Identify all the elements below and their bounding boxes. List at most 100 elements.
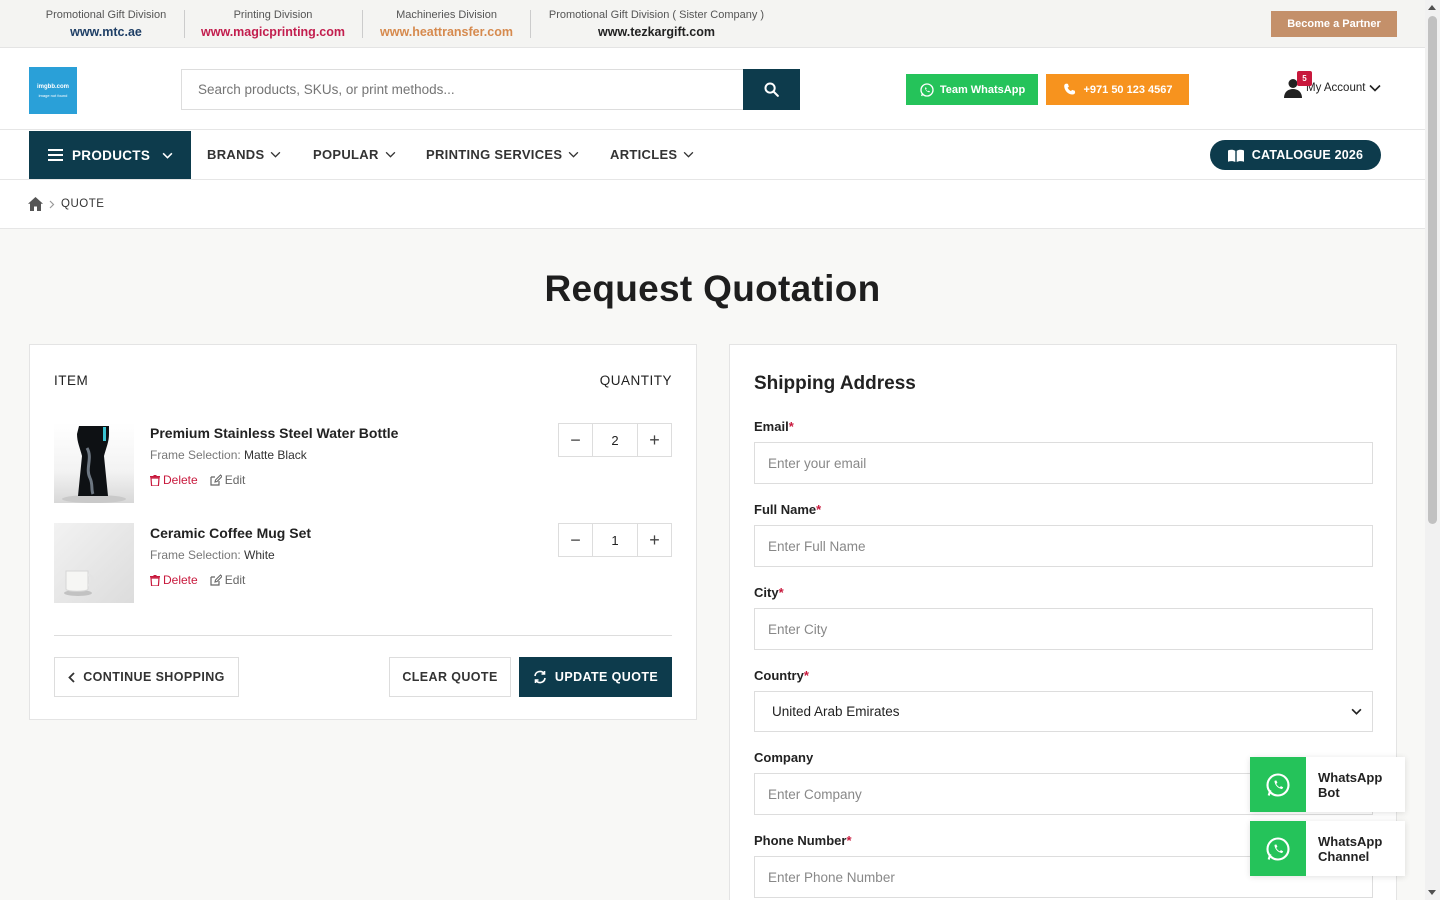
full-name-field[interactable] (754, 525, 1373, 567)
catalogue-button[interactable]: CATALOGUE 2026 (1210, 140, 1381, 170)
cart-row: Ceramic Coffee Mug Set Frame Selection: … (54, 523, 672, 603)
products-menu-button[interactable]: PRODUCTS (29, 131, 191, 179)
cart-header: ITEM QUANTITY (54, 373, 672, 388)
city-label: City* (754, 585, 784, 600)
division-url[interactable]: www.heattransfer.com (378, 25, 515, 39)
chevron-left-icon (68, 671, 75, 683)
scroll-down-arrow[interactable] (1428, 890, 1436, 895)
search-input[interactable] (182, 70, 744, 109)
increase-button[interactable]: + (638, 424, 671, 456)
division-url[interactable]: www.magicprinting.com (200, 25, 346, 39)
divider (184, 10, 185, 38)
whatsapp-channel-label: WhatsApp Channel (1318, 833, 1383, 864)
chevron-down-icon (1369, 84, 1382, 92)
catalogue-label: CATALOGUE 2026 (1251, 148, 1364, 162)
delete-button[interactable]: Delete (150, 573, 198, 587)
book-icon (1227, 149, 1244, 162)
my-account-menu[interactable]: 5 My Account (1284, 71, 1382, 98)
nav-brands-label: BRANDS (207, 147, 265, 162)
search-button[interactable] (743, 69, 800, 110)
nav-articles[interactable]: ARTICLES (610, 147, 694, 162)
option-value: Matte Black (244, 448, 307, 462)
refresh-icon (534, 670, 546, 684)
account-badge: 5 (1297, 71, 1312, 86)
clear-quote-button[interactable]: CLEAR QUOTE (389, 657, 511, 697)
country-label-text: Country (754, 668, 804, 683)
decrease-button[interactable]: − (559, 424, 592, 456)
scroll-thumb[interactable] (1428, 16, 1437, 524)
whatsapp-icon (1266, 836, 1290, 861)
division-bar: Promotional Gift Division www.mtc.ae Pri… (0, 0, 1425, 48)
nav-popular-label: POPULAR (313, 147, 379, 162)
required-mark: * (846, 833, 852, 848)
delete-button[interactable]: Delete (150, 473, 198, 487)
nav-printing-services[interactable]: PRINTING SERVICES (426, 147, 579, 162)
country-select[interactable]: United Arab Emirates (754, 691, 1373, 732)
edit-label: Edit (224, 473, 246, 487)
breadcrumb: QUOTE (0, 180, 1425, 229)
required-mark: * (778, 585, 784, 600)
quantity-stepper: − 2 + (558, 423, 672, 457)
increase-button[interactable]: + (638, 524, 671, 556)
page-scrollbar[interactable] (1425, 0, 1440, 900)
country-label: Country* (754, 668, 809, 683)
product-image[interactable] (54, 423, 134, 503)
full-name-label-text: Full Name (754, 502, 817, 517)
divider (362, 10, 363, 38)
whatsapp-icon (920, 82, 934, 97)
product-option: Frame Selection: Matte Black (150, 448, 307, 462)
division-label: Machineries Division (396, 9, 497, 21)
quantity-stepper: − 1 + (558, 523, 672, 557)
whatsapp-channel-button[interactable]: WhatsApp Channel (1250, 821, 1405, 876)
update-quote-button[interactable]: UPDATE QUOTE (519, 657, 672, 697)
division-tezkargift[interactable]: Promotional Gift Division ( Sister Compa… (546, 9, 767, 39)
search-bar (181, 69, 800, 110)
logo-subtext: image not found (38, 92, 68, 98)
option-value: White (244, 548, 275, 562)
company-label-text: Company (754, 750, 814, 765)
division-mtc[interactable]: Promotional Gift Division www.mtc.ae (44, 9, 168, 39)
division-url[interactable]: www.tezkargift.com (546, 25, 767, 39)
whatsapp-bot-button[interactable]: WhatsApp Bot (1250, 757, 1405, 812)
division-magicprinting[interactable]: Printing Division www.magicprinting.com (200, 9, 346, 39)
continue-shopping-button[interactable]: CONTINUE SHOPPING (54, 657, 239, 697)
email-field[interactable] (754, 442, 1373, 484)
option-label: Frame Selection: (150, 448, 241, 462)
edit-button[interactable]: Edit (210, 573, 245, 587)
email-label: Email* (754, 419, 794, 434)
logo[interactable]: imgbb.com image not found (29, 67, 77, 114)
clear-quote-label: CLEAR QUOTE (402, 670, 498, 684)
shipping-address-panel: Shipping Address Email* Full Name* City*… (729, 344, 1397, 900)
search-icon (764, 82, 779, 97)
main-nav: PRODUCTS BRANDS POPULAR PRINTING SERVICE… (0, 130, 1425, 180)
quote-items-panel: ITEM QUANTITY Premium Stainless Steel Wa… (29, 344, 697, 720)
city-field[interactable] (754, 608, 1373, 650)
team-whatsapp-button[interactable]: Team WhatsApp (906, 74, 1038, 105)
product-name[interactable]: Premium Stainless Steel Water Bottle (150, 425, 398, 441)
delete-label: Delete (163, 473, 198, 487)
quantity-value[interactable]: 1 (592, 524, 638, 556)
phone-button[interactable]: +971 50 123 4567 (1046, 74, 1189, 105)
become-partner-button[interactable]: Become a Partner (1271, 11, 1397, 37)
division-label: Printing Division (233, 9, 313, 21)
quantity-value[interactable]: 2 (592, 424, 638, 456)
required-mark: * (816, 502, 822, 517)
nav-popular[interactable]: POPULAR (313, 147, 396, 162)
products-label: PRODUCTS (72, 147, 151, 163)
product-name[interactable]: Ceramic Coffee Mug Set (150, 525, 311, 541)
page-title: Request Quotation (544, 268, 881, 309)
product-image[interactable] (54, 523, 134, 603)
division-url[interactable]: www.mtc.ae (44, 25, 168, 39)
scroll-up-arrow[interactable] (1428, 5, 1436, 10)
option-label: Frame Selection: (150, 548, 241, 562)
home-icon[interactable] (28, 197, 43, 211)
divider (530, 10, 531, 38)
division-heattransfer[interactable]: Machineries Division www.heattransfer.co… (378, 9, 515, 39)
nav-brands[interactable]: BRANDS (207, 147, 281, 162)
phone-number-label-text: Phone Number (754, 833, 847, 848)
site-header: imgbb.com image not found Team WhatsApp … (0, 48, 1425, 130)
edit-button[interactable]: Edit (210, 473, 246, 487)
email-label-text: Email (754, 419, 789, 434)
product-option: Frame Selection: White (150, 548, 275, 562)
decrease-button[interactable]: − (559, 524, 592, 556)
